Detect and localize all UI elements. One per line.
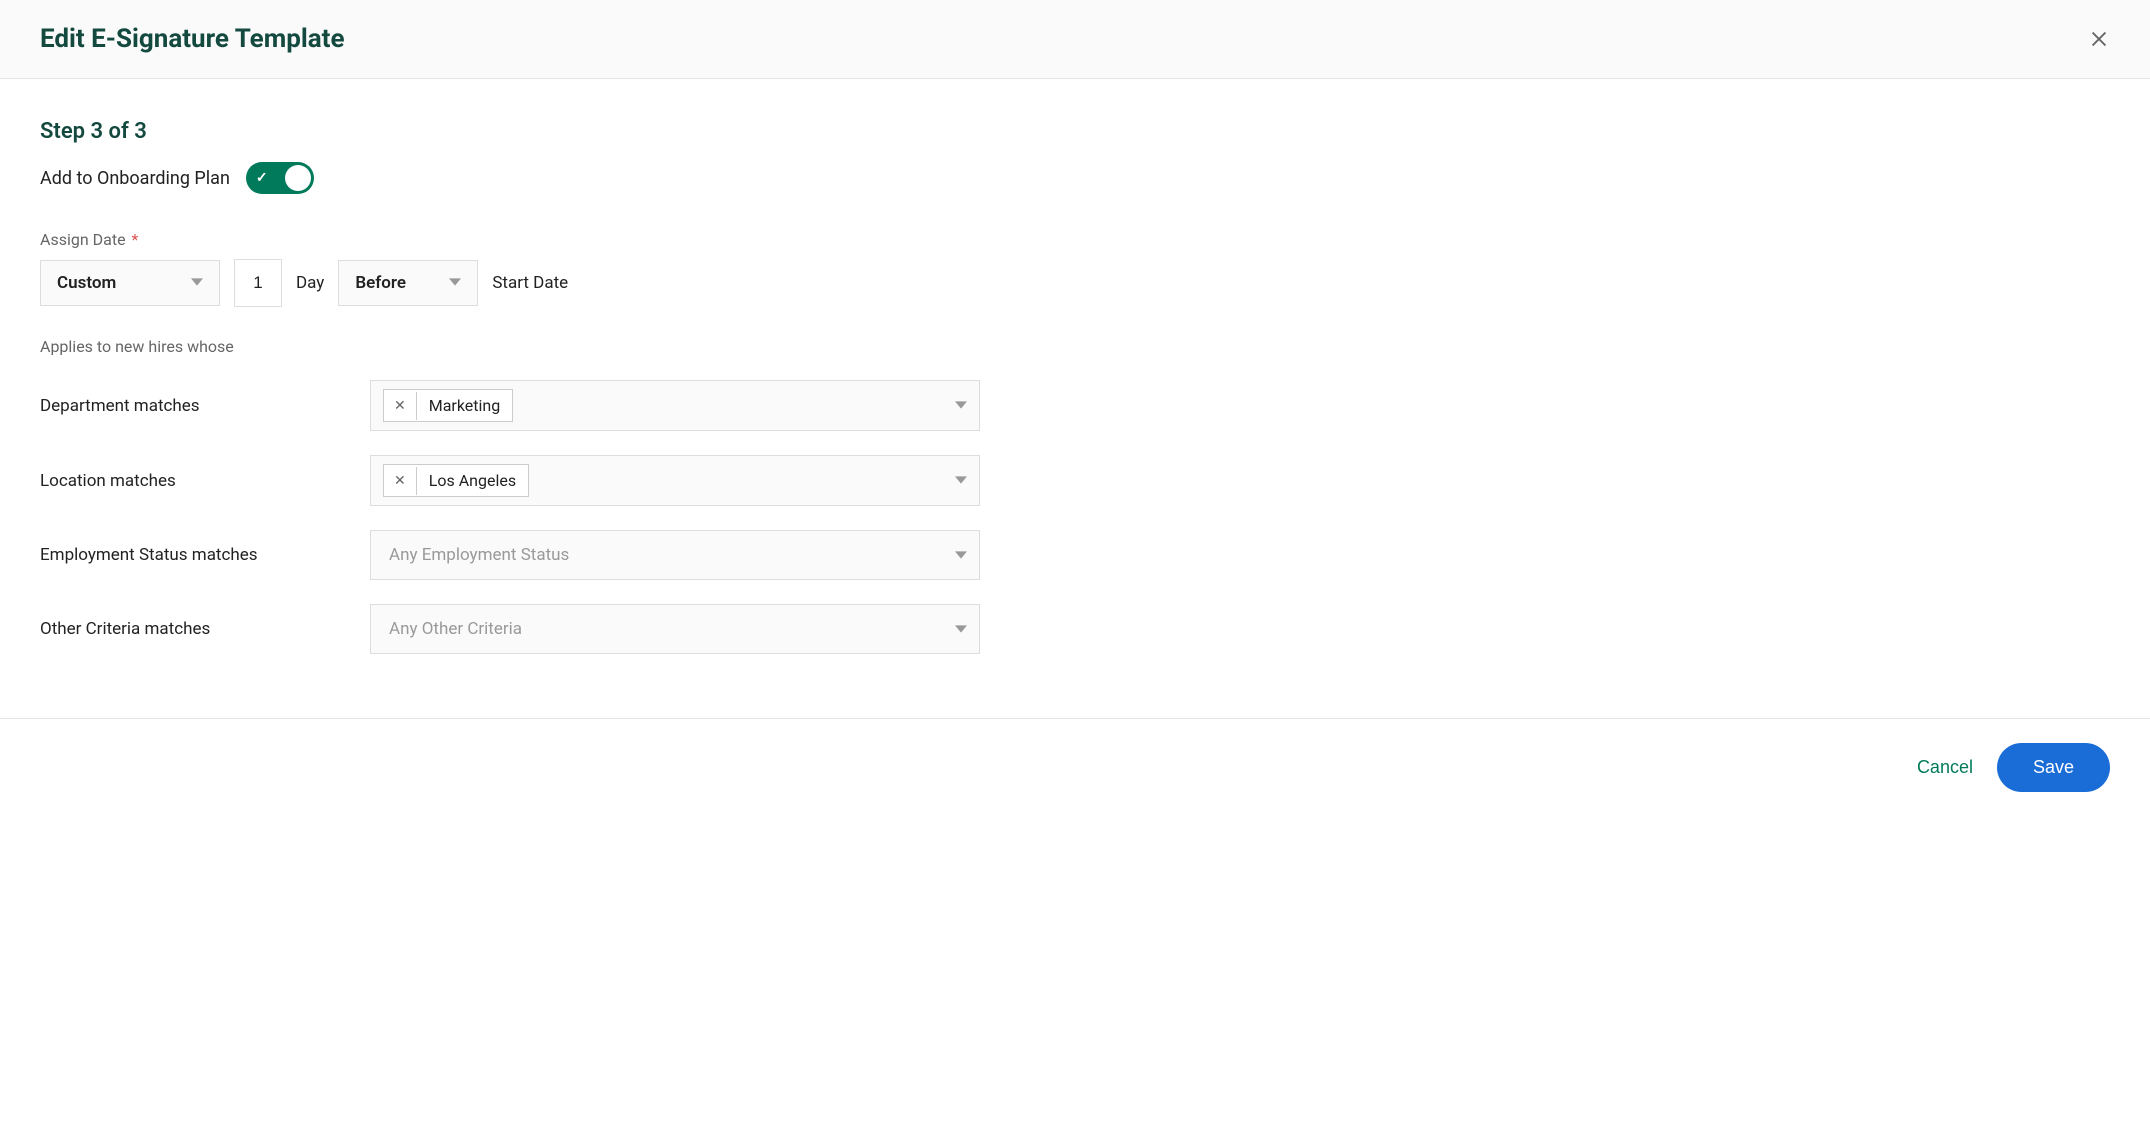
applies-to-label: Applies to new hires whose — [40, 337, 2110, 356]
chevron-down-icon — [955, 471, 967, 490]
other-criteria-select[interactable]: Any Other Criteria — [370, 604, 980, 654]
department-chip: ✕ Marketing — [383, 389, 513, 422]
assign-date-row: Custom Day Before Start Date — [40, 259, 2110, 307]
employment-status-label: Employment Status matches — [40, 545, 370, 565]
reference-date-label: Start Date — [492, 273, 568, 293]
chevron-down-icon — [955, 396, 967, 415]
location-chip: ✕ Los Angeles — [383, 464, 529, 497]
location-label: Location matches — [40, 471, 370, 491]
assign-date-label: Assign Date * — [40, 230, 2110, 249]
check-icon: ✓ — [256, 170, 268, 186]
close-button[interactable] — [2088, 28, 2110, 50]
assign-date-label-text: Assign Date — [40, 230, 126, 249]
toggle-knob — [285, 165, 311, 191]
location-row: Location matches ✕ Los Angeles — [40, 455, 2110, 506]
chevron-down-icon — [955, 620, 967, 639]
onboarding-toggle-label: Add to Onboarding Plan — [40, 168, 230, 189]
other-criteria-row: Other Criteria matches Any Other Criteri… — [40, 604, 2110, 654]
cancel-button[interactable]: Cancel — [1917, 757, 1973, 778]
employment-status-select[interactable]: Any Employment Status — [370, 530, 980, 580]
required-indicator: * — [132, 230, 139, 249]
employment-status-row: Employment Status matches Any Employment… — [40, 530, 2110, 580]
chevron-down-icon — [191, 273, 203, 293]
department-row: Department matches ✕ Marketing — [40, 380, 2110, 431]
save-button[interactable]: Save — [1997, 743, 2110, 792]
chip-text: Los Angeles — [417, 465, 528, 496]
chevron-down-icon — [449, 273, 461, 293]
chip-text: Marketing — [417, 390, 512, 421]
other-criteria-label: Other Criteria matches — [40, 619, 370, 639]
employment-status-placeholder: Any Employment Status — [383, 545, 569, 565]
close-icon — [2088, 28, 2110, 50]
relation-value: Before — [355, 273, 406, 293]
assign-mode-select[interactable]: Custom — [40, 260, 220, 306]
assign-mode-value: Custom — [57, 273, 116, 293]
step-indicator: Step 3 of 3 — [40, 119, 2110, 144]
location-select[interactable]: ✕ Los Angeles — [370, 455, 980, 506]
department-chips: ✕ Marketing — [383, 389, 513, 422]
remove-chip-button[interactable]: ✕ — [384, 467, 417, 495]
chevron-down-icon — [955, 546, 967, 565]
modal-header: Edit E-Signature Template — [0, 0, 2150, 79]
relation-select[interactable]: Before — [338, 260, 478, 306]
remove-chip-button[interactable]: ✕ — [384, 392, 417, 420]
other-criteria-placeholder: Any Other Criteria — [383, 619, 522, 639]
modal-title: Edit E-Signature Template — [40, 24, 345, 54]
onboarding-toggle[interactable]: ✓ — [246, 162, 314, 194]
onboarding-toggle-row: Add to Onboarding Plan ✓ — [40, 162, 2110, 194]
modal-footer: Cancel Save — [0, 718, 2150, 816]
location-chips: ✕ Los Angeles — [383, 464, 529, 497]
day-unit-label: Day — [296, 273, 324, 293]
day-count-input[interactable] — [234, 259, 282, 307]
department-label: Department matches — [40, 396, 370, 416]
modal-content: Step 3 of 3 Add to Onboarding Plan ✓ Ass… — [0, 79, 2150, 718]
department-select[interactable]: ✕ Marketing — [370, 380, 980, 431]
